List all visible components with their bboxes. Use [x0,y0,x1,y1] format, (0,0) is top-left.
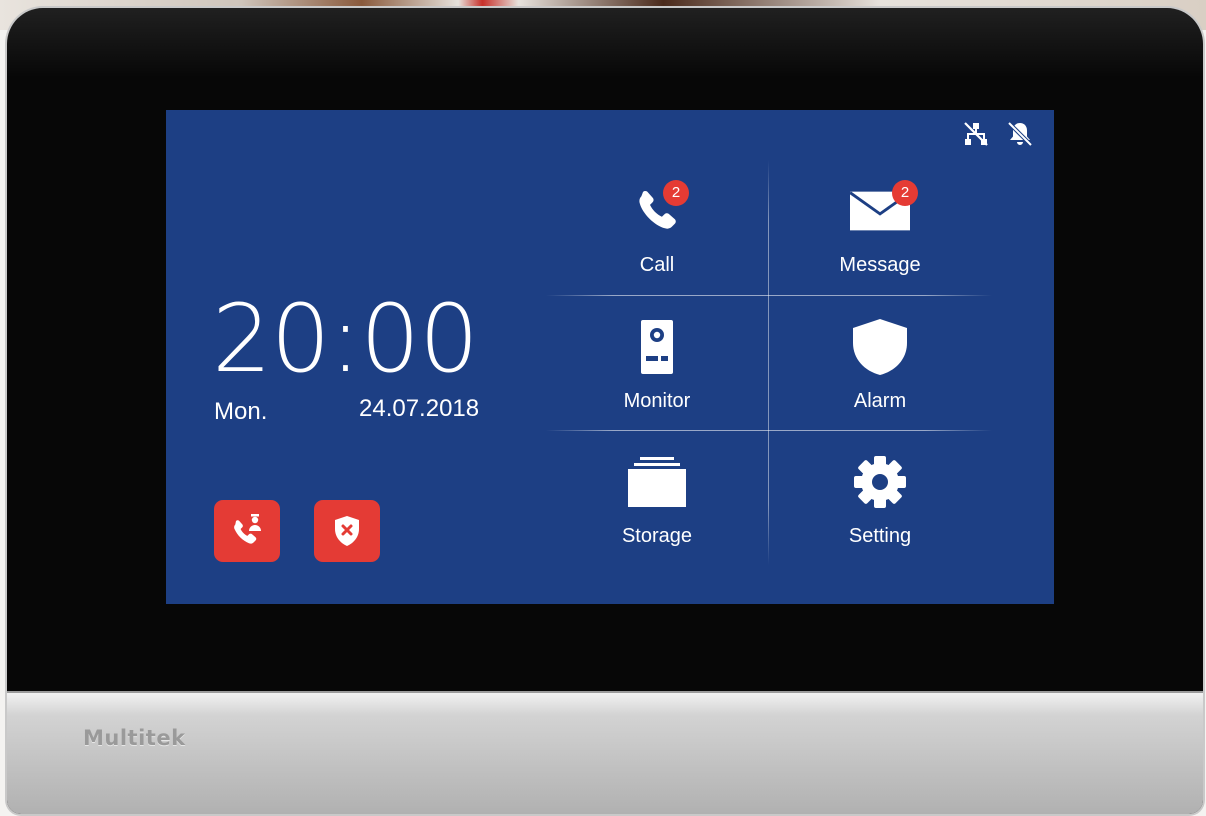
menu-storage[interactable]: Storage [546,431,768,566]
menu-alarm-label: Alarm [853,390,907,412]
network-icon [962,120,990,148]
message-badge: 2 [892,180,918,206]
call-guard-button[interactable] [214,500,280,562]
brand-logo: Multitek [83,726,186,750]
clock-time: 20:00 [212,285,479,394]
call-guard-icon [234,514,261,544]
cancel-alarm-button[interactable] [314,500,380,562]
status-bar [962,120,1034,148]
gear-icon [850,455,910,509]
main-menu: 2 Call 2 Message Monitor Alarm Storage S… [546,160,992,565]
menu-message-label: Message [839,254,921,276]
intercom-device: 20:00 Mon. 24.07.2018 2 Call 2 Message M… [7,8,1203,814]
envelope-icon: 2 [850,180,918,238]
menu-monitor-label: Monitor [623,390,691,412]
phone-icon: 2 [627,180,689,238]
bell-muted-icon[interactable] [1006,120,1034,148]
menu-setting[interactable]: Setting [769,431,991,566]
shield-icon [850,319,910,375]
weekday-label: Mon. [214,398,268,425]
menu-alarm[interactable]: Alarm [769,296,991,431]
folder-icon [627,455,687,509]
menu-call[interactable]: 2 Call [546,160,768,295]
menu-message[interactable]: 2 Message [769,160,991,295]
silver-base: Multitek [7,691,1203,814]
call-badge: 2 [663,180,689,206]
menu-storage-label: Storage [621,525,693,547]
door-station-icon [627,320,687,374]
shield-cancel-icon [335,516,359,546]
home-screen: 20:00 Mon. 24.07.2018 2 Call 2 Message M… [166,110,1054,604]
menu-call-label: Call [639,254,675,276]
menu-monitor[interactable]: Monitor [546,296,768,431]
menu-setting-label: Setting [848,525,912,547]
date-label: 24.07.2018 [359,395,480,422]
